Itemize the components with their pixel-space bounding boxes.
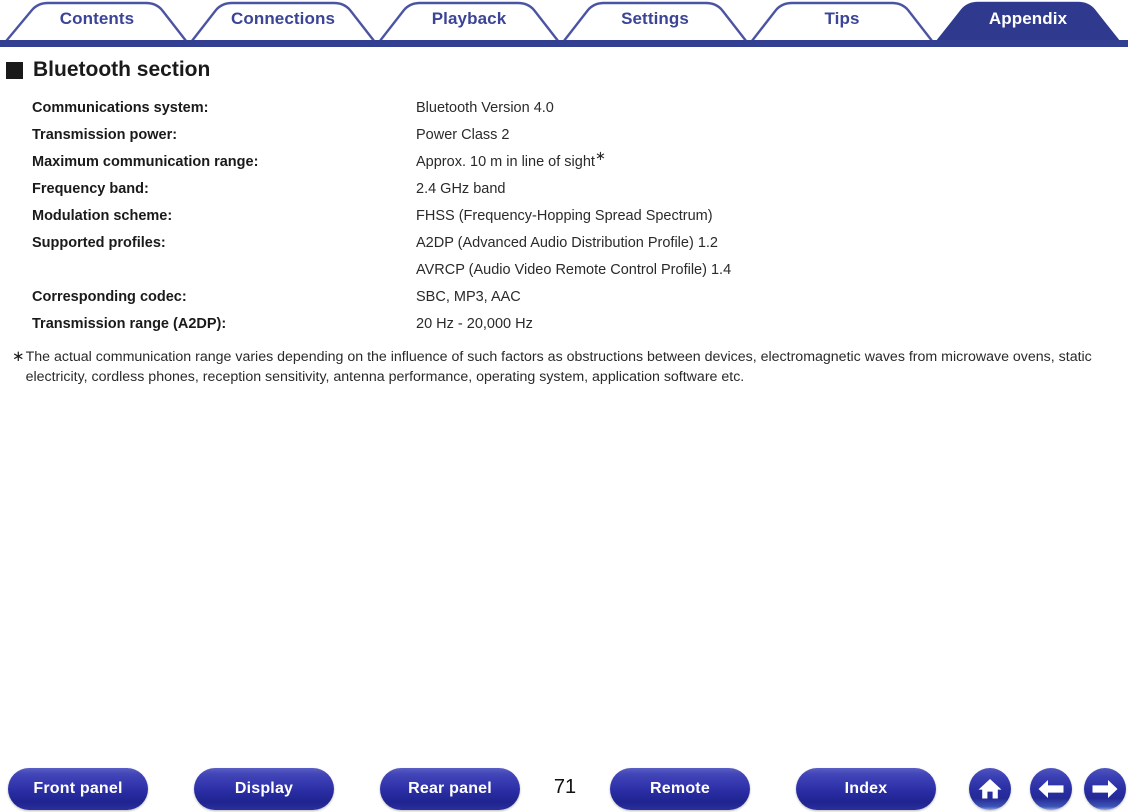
footnote-marker-icon: ∗: [12, 348, 25, 365]
spec-label: Communications system:: [32, 100, 209, 116]
display-button[interactable]: Display: [194, 768, 334, 810]
tab-contents[interactable]: Contents: [32, 8, 162, 30]
table-row: Supported profiles: A2DP (Advanced Audio…: [32, 230, 1092, 257]
spec-label: Supported profiles:: [32, 235, 166, 251]
remote-button[interactable]: Remote: [610, 768, 750, 810]
table-row: Corresponding codec: SBC, MP3, AAC: [32, 284, 1092, 311]
tab-appendix[interactable]: Appendix: [962, 8, 1094, 30]
table-row: Transmission power: Power Class 2: [32, 122, 1092, 149]
table-row: Frequency band: 2.4 GHz band: [32, 176, 1092, 203]
page-title: Bluetooth section: [6, 58, 210, 82]
spec-value-text: Approx. 10 m in line of sight: [416, 154, 595, 170]
back-button[interactable]: [1030, 768, 1072, 810]
footer-nav: Front panel Display Rear panel Remote In…: [0, 766, 1128, 812]
home-button[interactable]: [969, 768, 1011, 810]
table-row: Communications system: Bluetooth Version…: [32, 95, 1092, 122]
footnote-marker-icon: ∗: [594, 148, 606, 164]
spec-label: Transmission range (A2DP):: [32, 316, 227, 332]
page-number: 71: [553, 776, 577, 798]
footnote: ∗ The actual communication range varies …: [12, 347, 1107, 387]
spec-value: AVRCP (Audio Video Remote Control Profil…: [416, 262, 732, 278]
spec-value: 2.4 GHz band: [416, 181, 506, 197]
spec-label: Corresponding codec:: [32, 289, 187, 305]
spec-label: Frequency band:: [32, 181, 149, 197]
tab-connections[interactable]: Connections: [216, 8, 350, 30]
footnote-text: The actual communication range varies de…: [25, 349, 1092, 385]
forward-button[interactable]: [1084, 768, 1126, 810]
tab-settings[interactable]: Settings: [588, 8, 722, 30]
spec-label: Maximum communication range:: [32, 154, 259, 170]
spec-value: Approx. 10 m in line of sight∗: [416, 149, 1092, 176]
arrow-right-icon: [1092, 780, 1118, 798]
rear-panel-button[interactable]: Rear panel: [380, 768, 520, 810]
spec-value: A2DP (Advanced Audio Distribution Profil…: [416, 235, 718, 251]
square-bullet-icon: [6, 61, 23, 79]
tab-bar-shapes: [0, 1, 1128, 47]
spec-label: Modulation scheme:: [32, 208, 173, 224]
spec-value: SBC, MP3, AAC: [416, 289, 521, 305]
home-icon: [978, 779, 1002, 799]
spec-label: Transmission power:: [32, 127, 178, 143]
front-panel-button[interactable]: Front panel: [8, 768, 148, 810]
spec-value: Power Class 2: [416, 127, 510, 143]
tab-playback[interactable]: Playback: [404, 8, 534, 30]
tab-bar: Contents Connections Playback Settings T…: [0, 0, 1128, 47]
spec-value: FHSS (Frequency-Hopping Spread Spectrum): [416, 208, 713, 224]
table-row: AVRCP (Audio Video Remote Control Profil…: [32, 257, 1092, 284]
tab-tips[interactable]: Tips: [776, 8, 908, 30]
spec-label: [32, 257, 416, 284]
page-title-text: Bluetooth section: [33, 58, 211, 81]
tab-baseline-rule: [0, 40, 1128, 47]
specifications-table: Communications system: Bluetooth Version…: [32, 95, 1092, 338]
spec-value: 20 Hz - 20,000 Hz: [416, 316, 533, 332]
table-row: Maximum communication range: Approx. 10 …: [32, 149, 1092, 176]
arrow-left-icon: [1038, 780, 1064, 798]
index-button[interactable]: Index: [796, 768, 936, 810]
table-row: Transmission range (A2DP): 20 Hz - 20,00…: [32, 311, 1092, 338]
table-row: Modulation scheme: FHSS (Frequency-Hoppi…: [32, 203, 1092, 230]
spec-value: Bluetooth Version 4.0: [416, 100, 554, 116]
